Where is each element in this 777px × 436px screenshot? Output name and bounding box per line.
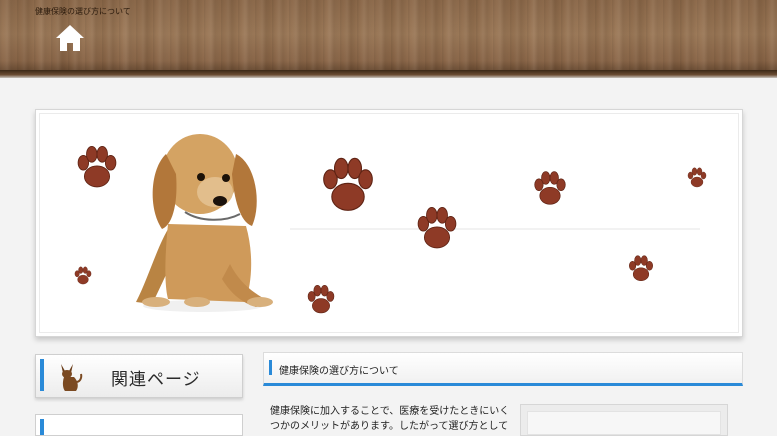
home-icon[interactable]	[55, 24, 85, 52]
accent-bar	[40, 359, 44, 391]
accent-bar	[40, 419, 44, 435]
site-title[interactable]: 健康保険の選び方について	[35, 6, 131, 17]
hero-image	[39, 113, 739, 333]
chihuahua-icon	[61, 364, 83, 391]
article-title: 健康保険の選び方について	[279, 366, 399, 377]
puppy-illustration	[136, 134, 273, 312]
related-pages-header[interactable]: 関連ページ	[35, 354, 243, 398]
related-pages-title: 関連ページ	[111, 370, 201, 390]
puppy-paws-illustration	[74, 134, 707, 314]
article-image-frame	[520, 404, 728, 436]
article-image	[527, 411, 721, 435]
hero-banner	[35, 109, 743, 337]
article-header: 健康保険の選び方について	[263, 352, 743, 386]
article-body: 健康保険に加入することで、医療を受けたときにいくつかのメリットがあります。したが…	[270, 406, 510, 432]
sidebar-next-box	[35, 414, 243, 436]
header-shadow	[0, 70, 777, 78]
accent-bar	[269, 360, 272, 375]
site-header: 健康保険の選び方について	[0, 0, 777, 76]
